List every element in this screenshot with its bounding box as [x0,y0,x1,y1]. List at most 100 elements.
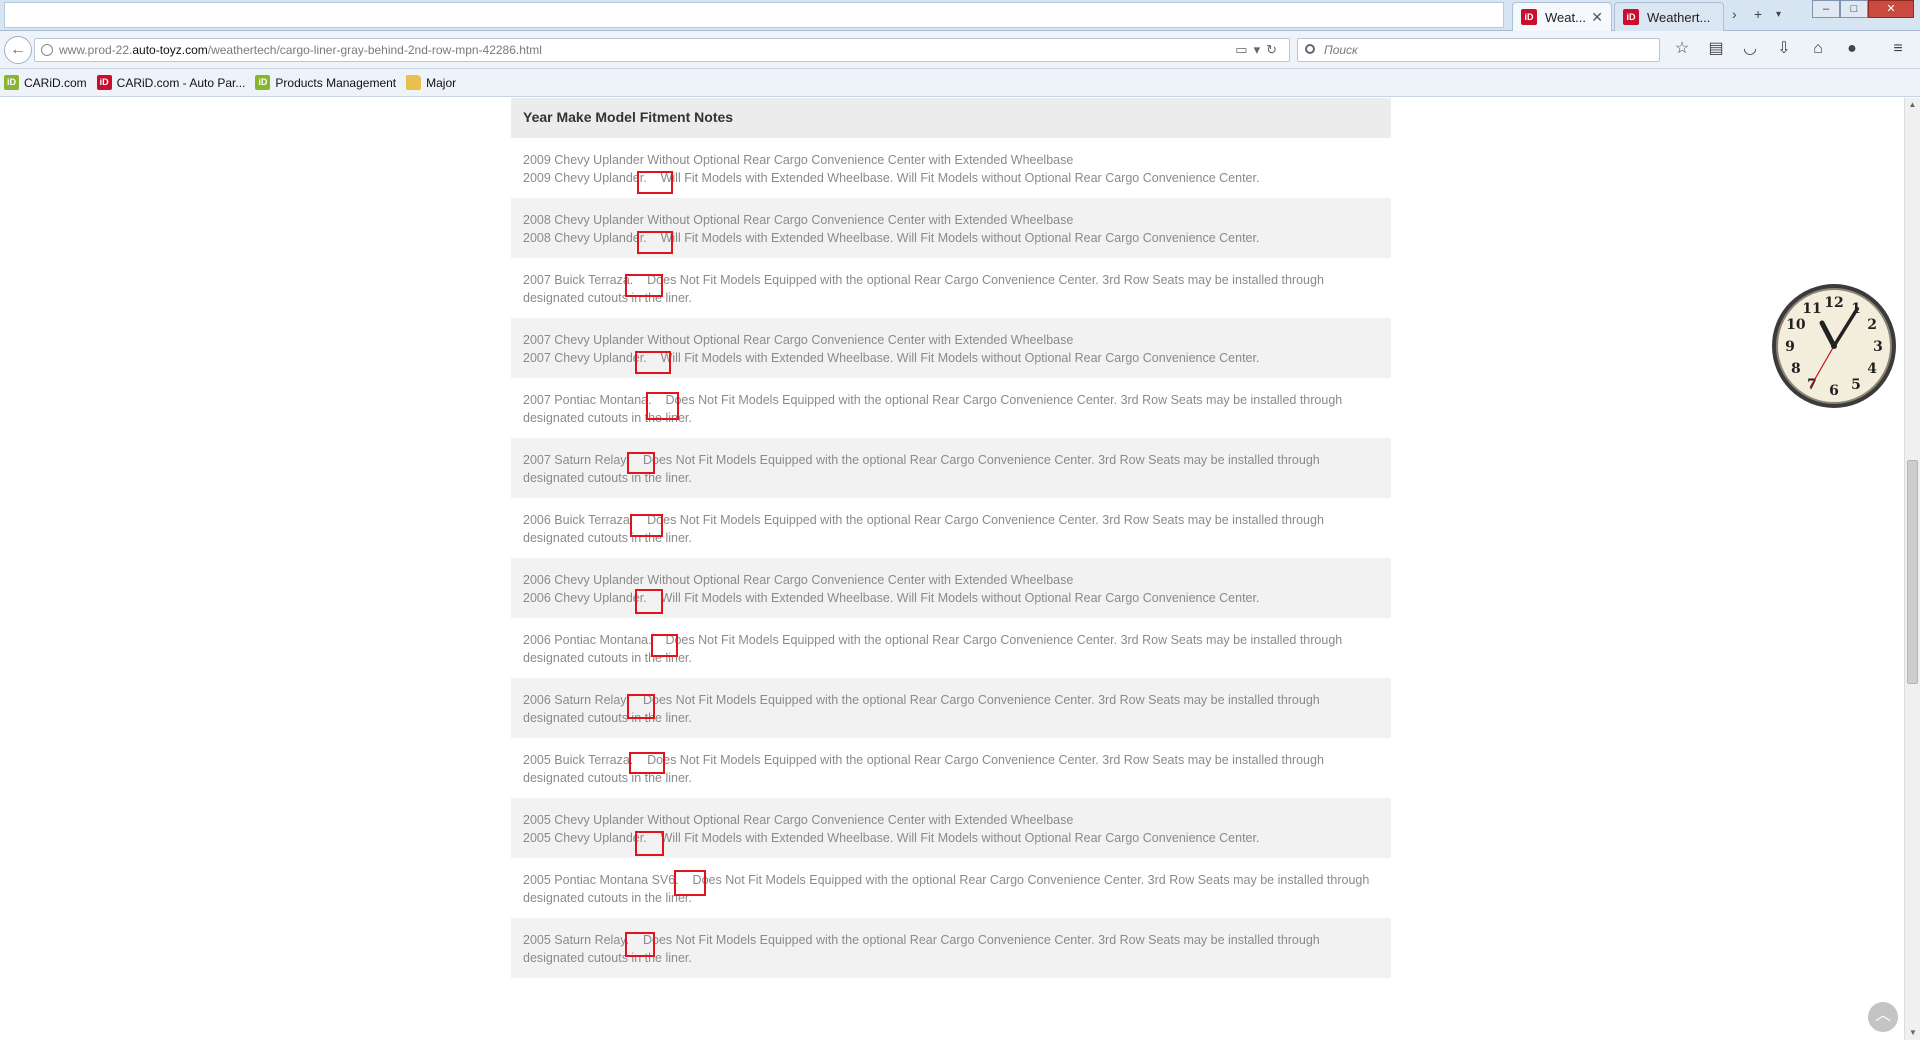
clock-numeral: 9 [1785,339,1795,355]
fitment-note-row: 2007 Chevy Uplander Without Optional Rea… [511,318,1391,378]
carid-favicon-icon: iD [1521,9,1537,25]
fitment-note-row: 2006 Buick Terraza. Does Not Fit Models … [511,498,1391,558]
fitment-note-row: 2005 Pontiac Montana SV6. Does Not Fit M… [511,858,1391,918]
fitment-notes-list: 2009 Chevy Uplander Without Optional Rea… [511,138,1391,978]
clock-numeral: 3 [1873,339,1883,355]
fitment-note-text: 2005 Pontiac Montana SV6. Does Not Fit M… [523,873,1373,905]
maximize-button[interactable]: □ [1840,0,1868,18]
carid-favicon-icon: iD [1623,9,1639,25]
dropdown-chevron-down-icon[interactable]: ▾ [1254,42,1267,57]
fitment-note-text: 2007 Saturn Relay. Does Not Fit Models E… [523,453,1324,485]
minimize-button[interactable]: – [1812,0,1840,18]
fitment-note-text: 2009 Chevy Uplander Without Optional Rea… [523,153,1074,167]
page-scrollbar[interactable]: ▲ ▼ [1904,98,1920,1040]
pocket-icon[interactable]: ◡ [1740,39,1760,59]
url-bar-actions: ▭▾↻ [1235,39,1283,61]
fitment-note-row: 2005 Chevy Uplander Without Optional Rea… [511,798,1391,858]
carid-green-icon: iD [4,75,19,90]
search-placeholder: Поиск [1324,43,1358,57]
tab-label: Weat... [1545,9,1586,25]
window-title-area [4,2,1504,28]
clock-numeral: 10 [1786,317,1806,333]
bookmark-folder-major[interactable]: Major [406,75,456,90]
fitment-note-row: 2007 Buick Terraza. Does Not Fit Models … [511,258,1391,318]
bookmarks-toolbar: iD CARiD.com iD CARiD.com - Auto Par... … [0,69,1920,97]
fitment-note-text: 2008 Chevy Uplander. Will Fit Models wit… [523,230,1260,245]
page-content: Year Make Model Fitment Notes 2009 Chevy… [0,98,1904,1040]
fitment-note-text: 2006 Saturn Relay. Does Not Fit Models E… [523,693,1324,725]
bookmarks-list-icon[interactable]: ▤ [1706,39,1726,59]
fitment-note-text: 2005 Chevy Uplander. Will Fit Models wit… [523,830,1260,845]
bookmark-star-icon[interactable]: ☆ [1672,39,1692,59]
bookmark-carid-auto-parts[interactable]: iD CARiD.com - Auto Par... [96,75,246,90]
tab-weathertech[interactable]: iD Weathert... [1614,2,1724,31]
clock-widget: 123456789101112 [1772,284,1896,408]
window-controls: – □ ✕ [1812,0,1914,18]
carid-red-icon: iD [96,75,112,90]
fitment-note-row: 2008 Chevy Uplander Without Optional Rea… [511,198,1391,258]
fitment-note-text: 2009 Chevy Uplander. Will Fit Models wit… [523,170,1260,185]
scroll-to-top-button[interactable]: ︿ [1868,1002,1898,1032]
tab-list-chevron-down-icon[interactable]: ▾ [1776,9,1781,20]
tab-scroll-right-icon[interactable]: › [1732,6,1737,22]
search-input[interactable]: Поиск [1297,38,1660,62]
url-host: auto-toyz.com [132,43,208,57]
bookmark-carid[interactable]: iD CARiD.com [4,75,87,90]
home-icon[interactable]: ⌂ [1808,39,1828,59]
fitment-note-text: 2007 Chevy Uplander Without Optional Rea… [523,333,1074,347]
browser-titlebar: iD Weat... ✕ iD Weathert... › + ▾ – □ ✕ [0,0,1920,31]
fitment-note-row: 2009 Chevy Uplander Without Optional Rea… [511,138,1391,198]
download-arrow-icon[interactable]: ⇩ [1774,39,1794,59]
url-path: /weathertech/cargo-liner-gray-behind-2nd… [207,43,542,57]
search-icon [1305,44,1315,54]
reload-icon[interactable]: ↻ [1266,42,1283,57]
clock-numeral: 8 [1791,361,1801,377]
chat-bubble-icon[interactable]: ● [1842,39,1862,59]
fitment-note-row: 2005 Saturn Relay. Does Not Fit Models E… [511,918,1391,978]
fitment-note-text: 2007 Buick Terraza. Does Not Fit Models … [523,273,1328,305]
chevron-up-icon: ︿ [1874,1007,1891,1024]
tab-label: Weathert... [1647,9,1711,25]
fitment-note-text: 2005 Saturn Relay. Does Not Fit Models E… [523,933,1324,965]
folder-icon [406,75,422,90]
globe-icon [41,44,53,56]
fitment-note-text: 2006 Chevy Uplander Without Optional Rea… [523,573,1074,587]
toolbar-icons: ☆ ▤ ◡ ⇩ ⌂ ● ≡ [1672,39,1908,59]
bookmark-label: Products Management [275,75,397,90]
clock-numeral: 12 [1824,295,1843,311]
bookmark-label: CARiD.com [24,75,87,90]
carid-green-icon: iD [255,75,271,90]
fitment-note-row: 2006 Pontiac Montana. Does Not Fit Model… [511,618,1391,678]
fitment-notes-title: Year Make Model Fitment Notes [511,98,1391,138]
clock-numeral: 4 [1867,361,1877,377]
close-window-button[interactable]: ✕ [1868,0,1914,18]
fitment-note-row: 2006 Chevy Uplander Without Optional Rea… [511,558,1391,618]
back-arrow-icon[interactable]: ← [4,36,32,64]
url-prefix: www.prod-22. [59,43,133,57]
fitment-note-row: 2007 Pontiac Montana. Does Not Fit Model… [511,378,1391,438]
fitment-note-text: 2008 Chevy Uplander Without Optional Rea… [523,213,1074,227]
scroll-down-arrow-icon[interactable]: ▼ [1905,1026,1920,1040]
scroll-up-arrow-icon[interactable]: ▲ [1905,98,1920,112]
clock-numeral: 2 [1867,317,1877,333]
fitment-note-row: 2005 Buick Terraza. Does Not Fit Models … [511,738,1391,798]
clock-numeral: 5 [1851,377,1861,393]
bookmark-label: Major [426,75,457,90]
navigation-toolbar: ← www.prod-22.auto-toyz.com/weathertech/… [0,31,1920,69]
new-tab-plus-icon[interactable]: + [1754,6,1762,22]
fitment-note-text: 2007 Chevy Uplander. Will Fit Models wit… [523,350,1260,365]
clock-center-pin [1831,343,1837,349]
bookmark-products-management[interactable]: iD Products Management [255,75,396,90]
fitment-notes-panel: Year Make Model Fitment Notes 2009 Chevy… [511,98,1391,978]
fitment-note-text: 2006 Buick Terraza. Does Not Fit Models … [523,513,1328,545]
clock-numeral: 11 [1802,301,1821,317]
scrollbar-thumb[interactable] [1907,460,1918,684]
reader-view-icon[interactable]: ▭ [1235,42,1253,57]
fitment-note-text: 2006 Chevy Uplander. Will Fit Models wit… [523,590,1260,605]
tab-weathertech-active[interactable]: iD Weat... ✕ [1512,2,1612,31]
fitment-note-text: 2007 Pontiac Montana. Does Not Fit Model… [523,393,1346,425]
bookmark-label: CARiD.com - Auto Par... [116,75,246,90]
hamburger-menu-icon[interactable]: ≡ [1888,39,1908,59]
url-bar[interactable]: www.prod-22.auto-toyz.com/weathertech/ca… [34,38,1290,62]
close-tab-icon[interactable]: ✕ [1591,9,1603,26]
